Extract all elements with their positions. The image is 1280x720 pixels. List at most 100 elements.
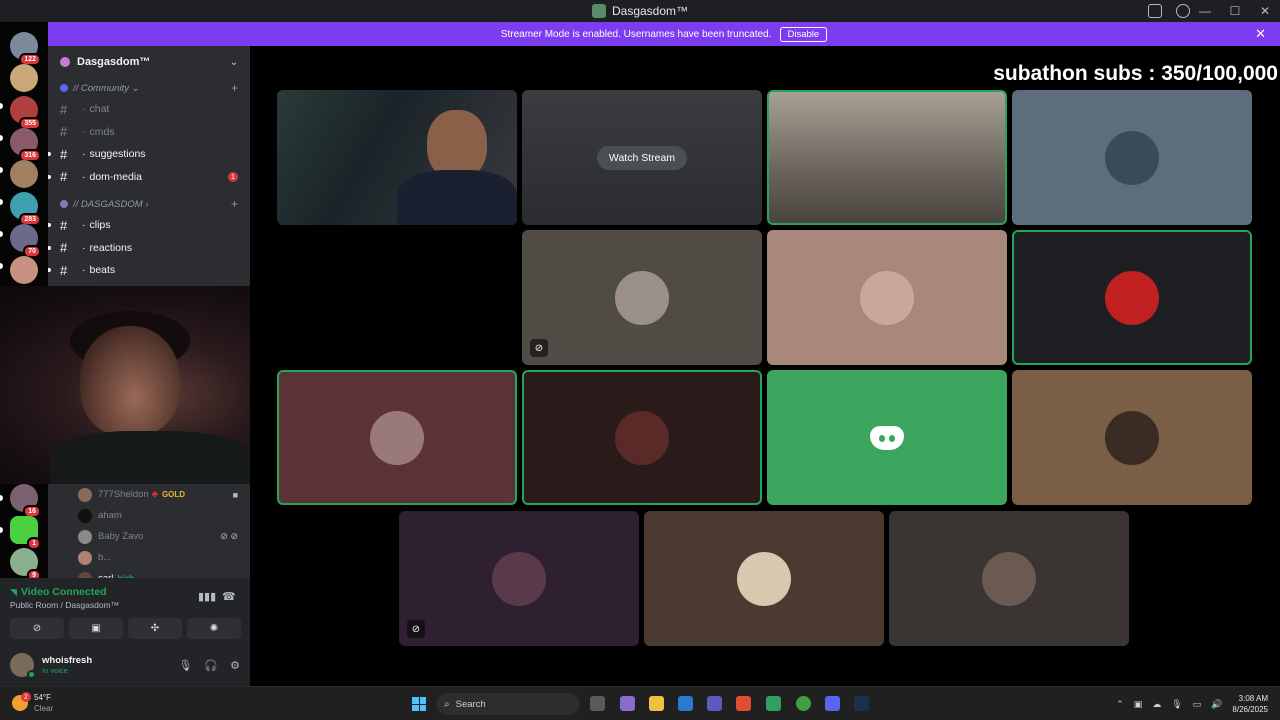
video-tile[interactable]: [1012, 90, 1252, 225]
video-tile[interactable]: [644, 511, 884, 646]
hash-icon: #: [60, 146, 68, 162]
server-header[interactable]: Dasgasdom™ ⌄: [48, 46, 250, 78]
search-placeholder: Search: [455, 698, 486, 710]
camera-toggle-button[interactable]: ⊘: [10, 618, 64, 639]
steam-icon[interactable]: [854, 696, 869, 711]
chevron-up-icon[interactable]: ⌃: [1116, 699, 1124, 710]
avatar: [78, 487, 92, 502]
task-view-icon[interactable]: [590, 696, 605, 711]
display-icon[interactable]: ▭: [1193, 699, 1202, 710]
banner-text: Streamer Mode is enabled. Usernames have…: [500, 28, 772, 40]
close-banner-icon[interactable]: ✕: [1255, 26, 1266, 42]
server-icon[interactable]: 122: [10, 32, 41, 66]
unread-pip: [0, 135, 3, 141]
voice-member[interactable]: 777Sheldon ♣ GOLD ■: [48, 484, 250, 505]
video-tile[interactable]: [1012, 230, 1252, 365]
chevron-down-icon: ⌄: [131, 82, 140, 94]
watch-stream-button[interactable]: Watch Stream: [596, 145, 688, 170]
maximize-button[interactable]: ☐: [1220, 4, 1250, 18]
video-tile[interactable]: [522, 370, 762, 505]
app-icon[interactable]: [766, 696, 781, 711]
server-icon[interactable]: 316: [10, 128, 41, 162]
copilot-icon[interactable]: [620, 696, 635, 711]
video-tile[interactable]: [277, 370, 517, 505]
voice-member[interactable]: Baby Zavo ⊘ ⊘: [48, 526, 250, 547]
taskbar-search[interactable]: ⌕ Search: [436, 693, 580, 715]
video-tile[interactable]: [277, 90, 517, 225]
chrome-icon[interactable]: [796, 696, 811, 711]
app-tray-icon[interactable]: ▣: [1134, 699, 1143, 710]
server-icon[interactable]: 283: [10, 192, 41, 226]
gear-icon[interactable]: ⚙: [230, 659, 240, 672]
volume-icon[interactable]: 🔊: [1211, 699, 1222, 710]
video-tile[interactable]: [767, 230, 1007, 365]
inbox-icon[interactable]: [1148, 4, 1162, 18]
channel-item-reactions[interactable]: # · reactions: [48, 237, 250, 260]
stream-tile[interactable]: Watch Stream: [522, 90, 762, 225]
online-status-icon: [27, 670, 36, 679]
server-icon[interactable]: [10, 160, 38, 188]
webcam-image: [80, 326, 180, 436]
voice-member[interactable]: b...: [48, 547, 250, 568]
channel-item-beats[interactable]: # · beats: [48, 259, 250, 282]
category-community[interactable]: // Community ⌄ +: [48, 78, 250, 98]
noise-suppression-icon[interactable]: ▮▮▮: [198, 590, 216, 603]
voice-member[interactable]: aham: [48, 505, 250, 526]
chevron-down-icon: ⌄: [229, 56, 238, 68]
video-stage: subathon subs : 350/100,000 Watch Stream…: [250, 46, 1280, 686]
screen-share-icon: ▣: [91, 623, 101, 634]
server-icon[interactable]: 9: [10, 548, 41, 582]
microphone-icon[interactable]: 🎙: [178, 659, 192, 672]
camera-icon: ■: [232, 489, 238, 500]
video-tile[interactable]: ⊘: [522, 230, 762, 365]
screen-share-button[interactable]: ▣: [69, 618, 123, 639]
server-icon[interactable]: 70: [10, 224, 41, 258]
disable-streamer-mode-button[interactable]: Disable: [779, 26, 828, 42]
weather-widget[interactable]: 2 54°F Clear: [12, 692, 53, 714]
hash-icon: #: [60, 124, 68, 140]
server-icon[interactable]: 16: [10, 484, 41, 518]
soundboard-button[interactable]: ✺: [187, 618, 241, 639]
video-tile[interactable]: [1012, 370, 1252, 505]
channel-list: Dasgasdom™ ⌄ // Community ⌄ + # · chat # · c…: [48, 46, 250, 286]
teams-icon[interactable]: [707, 696, 722, 711]
avatar: [982, 551, 1036, 606]
microphone-icon[interactable]: 🎙: [1171, 699, 1182, 710]
category-dasgasdom[interactable]: // DASGASDOM › +: [48, 194, 250, 214]
discord-icon[interactable]: [825, 696, 840, 711]
minimize-button[interactable]: —: [1190, 4, 1220, 18]
close-window-button[interactable]: ✕: [1250, 4, 1280, 18]
start-button[interactable]: [412, 697, 426, 711]
channel-item-clips[interactable]: # · clips: [48, 214, 250, 237]
video-tile[interactable]: ⊘: [399, 511, 639, 646]
channel-item-suggestions[interactable]: # · suggestions: [48, 143, 250, 166]
add-channel-icon[interactable]: +: [231, 197, 238, 211]
channel-item-dom-media[interactable]: # · dom-media 1: [48, 166, 250, 189]
activities-button[interactable]: ✣: [128, 618, 182, 639]
help-icon[interactable]: [1176, 4, 1190, 18]
clock[interactable]: 3:08 AM 8/26/2025: [1232, 693, 1268, 715]
disconnect-icon[interactable]: ☎: [222, 590, 236, 603]
muted-deafened-icon: ⊘ ⊘: [220, 531, 238, 541]
channel-item-chat[interactable]: # · chat: [48, 98, 250, 121]
video-tile[interactable]: [889, 511, 1129, 646]
unread-pip: [0, 495, 3, 501]
server-icon[interactable]: 1: [10, 516, 41, 550]
server-icon[interactable]: [10, 64, 38, 92]
server-icon[interactable]: [10, 256, 38, 284]
add-channel-icon[interactable]: +: [231, 81, 238, 95]
server-icon[interactable]: 355: [10, 96, 41, 130]
store-icon[interactable]: [678, 696, 693, 711]
channel-item-cmds[interactable]: # · cmds: [48, 121, 250, 144]
avatar[interactable]: [10, 653, 36, 679]
headphones-icon[interactable]: 🎧: [204, 659, 218, 672]
file-explorer-icon[interactable]: [649, 696, 664, 711]
member-name: b...: [98, 552, 112, 563]
window-title: Dasgasdom™: [611, 4, 689, 18]
video-tile[interactable]: [767, 370, 1007, 505]
cloud-icon[interactable]: ☁: [1152, 699, 1161, 710]
title-bar: Dasgasdom™ — ☐ ✕: [0, 0, 1280, 22]
video-tile[interactable]: [767, 90, 1007, 225]
voice-status-text: Video Connected: [20, 586, 107, 598]
brave-icon[interactable]: [736, 696, 751, 711]
